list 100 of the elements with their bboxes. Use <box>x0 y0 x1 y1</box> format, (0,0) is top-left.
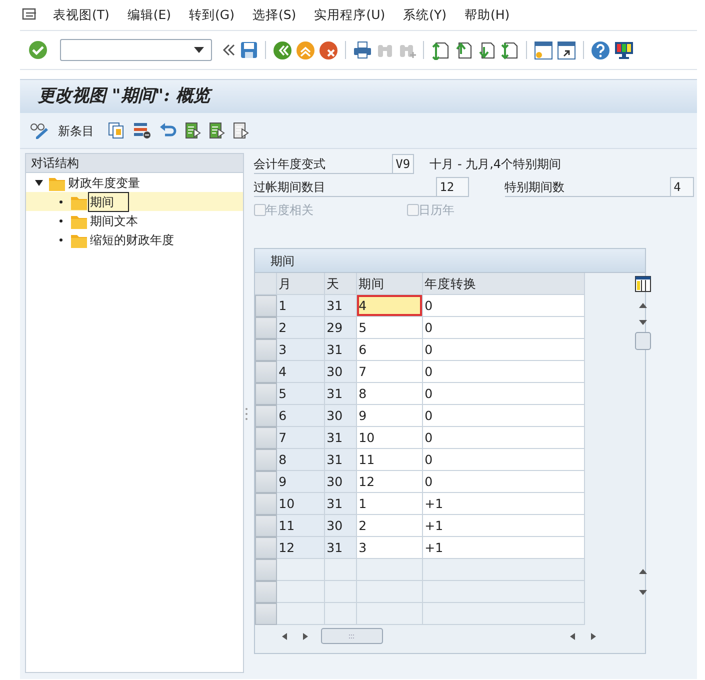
input-field[interactable]: 12 <box>356 471 423 493</box>
table-cell: 31 <box>324 537 357 559</box>
scroll-right-icon[interactable] <box>300 632 309 640</box>
input-field[interactable]: 9 <box>356 405 423 427</box>
input-field[interactable]: 0 <box>422 295 585 317</box>
shortcut-icon[interactable] <box>557 40 576 60</box>
delete-row-icon[interactable] <box>133 122 151 139</box>
scrollbar-thumb-icon[interactable] <box>634 332 651 350</box>
input-field[interactable]: 4 <box>670 176 694 196</box>
new-entries-button[interactable]: 新条目 <box>58 122 94 140</box>
column-header[interactable]: 期间 <box>356 273 423 295</box>
save-icon[interactable] <box>240 41 258 59</box>
checkbox-label: 日历年 <box>418 202 455 218</box>
scroll-right-icon[interactable] <box>588 632 597 640</box>
splitter-grip-icon[interactable] <box>245 407 248 421</box>
input-field[interactable]: 0 <box>422 361 585 383</box>
menu-icon[interactable] <box>22 8 38 22</box>
monitor-icon[interactable] <box>614 40 634 60</box>
input-field[interactable]: +1 <box>422 537 585 559</box>
input-field[interactable]: 12 <box>436 176 469 196</box>
input-field[interactable]: +1 <box>422 515 585 537</box>
table-cell: 7 <box>276 427 325 449</box>
table-cell: 1 <box>276 295 325 317</box>
field-label: 特别期间数 <box>504 176 670 197</box>
table-cell: 3 <box>276 339 325 361</box>
field-label: 会计年度变式 <box>254 153 392 174</box>
scroll-down-icon[interactable] <box>638 319 648 326</box>
input-field[interactable]: 6 <box>356 339 423 361</box>
menu-item[interactable]: 帮助(H) <box>456 6 519 24</box>
table-cell: 12 <box>276 537 325 559</box>
select-block-icon[interactable] <box>209 122 225 139</box>
scroll-up-icon[interactable] <box>638 302 648 309</box>
table-cell: 8 <box>276 449 325 471</box>
check-icon[interactable] <box>28 40 48 60</box>
input-field[interactable]: 4 <box>356 295 423 317</box>
input-field[interactable]: 0 <box>422 427 585 449</box>
last-page-icon[interactable] <box>500 40 519 60</box>
deselect-all-icon[interactable] <box>233 122 249 139</box>
next-page-icon[interactable] <box>477 40 496 60</box>
undo-icon[interactable] <box>159 122 177 138</box>
input-field[interactable]: +1 <box>422 493 585 515</box>
copy-icon[interactable] <box>108 122 125 139</box>
column-header[interactable]: 年度转换 <box>422 273 585 295</box>
menu-item[interactable]: 选择(S) <box>244 6 306 24</box>
help-icon[interactable] <box>591 40 610 60</box>
table-title: 期间 <box>254 249 645 273</box>
input-field[interactable]: 3 <box>356 537 423 559</box>
dropdown-arrow-icon[interactable] <box>192 45 206 55</box>
table-cell: 6 <box>276 405 325 427</box>
table-cell: 30 <box>324 471 357 493</box>
first-page-icon[interactable] <box>431 40 450 60</box>
input-field[interactable]: 0 <box>422 339 585 361</box>
input-field[interactable]: 0 <box>422 317 585 339</box>
table-cell: 31 <box>324 449 357 471</box>
command-field[interactable] <box>60 39 212 61</box>
expanded-arrow-icon[interactable] <box>34 178 44 188</box>
table-cell: 29 <box>324 317 357 339</box>
menu-item[interactable]: 表视图(T) <box>44 6 118 24</box>
tree-item[interactable]: 财政年度变量 <box>67 174 141 192</box>
menu-item[interactable]: 系统(Y) <box>394 6 456 24</box>
select-all-icon[interactable] <box>185 122 201 139</box>
column-header[interactable]: 天 <box>324 273 357 295</box>
input-field[interactable]: 2 <box>356 515 423 537</box>
table-cell: 30 <box>324 361 357 383</box>
new-window-icon[interactable] <box>534 40 553 60</box>
input-field[interactable]: 8 <box>356 383 423 405</box>
collapse-icon[interactable] <box>222 44 236 56</box>
column-header[interactable]: 月 <box>276 273 325 295</box>
tree-item[interactable]: 缩短的财政年度 <box>89 230 175 248</box>
table-cell: 30 <box>324 515 357 537</box>
menu-item[interactable]: 实用程序(U) <box>305 6 394 24</box>
previous-page-icon[interactable] <box>454 40 473 60</box>
tree-item[interactable]: 期间文本 <box>89 212 139 230</box>
input-field[interactable]: 0 <box>422 383 585 405</box>
input-field[interactable]: 10 <box>356 427 423 449</box>
scroll-down-icon[interactable] <box>638 589 648 596</box>
input-field[interactable]: 5 <box>356 317 423 339</box>
input-field[interactable]: 0 <box>422 471 585 493</box>
panel-header: 对话结构 <box>26 154 243 173</box>
scroll-left-icon[interactable] <box>280 632 289 640</box>
menu-item[interactable]: 转到(G) <box>180 6 244 24</box>
input-field[interactable]: 7 <box>356 361 423 383</box>
tree-item[interactable]: 期间 <box>89 192 128 210</box>
input-field[interactable]: 1 <box>356 493 423 515</box>
exit-icon[interactable] <box>296 40 315 60</box>
input-field[interactable]: 0 <box>422 449 585 471</box>
input-field[interactable]: 11 <box>356 449 423 471</box>
back-icon[interactable] <box>273 40 292 60</box>
scroll-up-icon[interactable] <box>638 568 648 575</box>
scroll-left-icon[interactable] <box>568 632 577 640</box>
field-description: 十月 - 九月,4个特别期间 <box>430 156 562 172</box>
print-icon[interactable] <box>353 41 372 59</box>
input-field[interactable]: 0 <box>422 405 585 427</box>
menu-item[interactable]: 编辑(E) <box>118 6 180 24</box>
cancel-icon[interactable] <box>319 40 338 60</box>
column-settings-icon[interactable] <box>634 276 651 292</box>
input-field[interactable]: V9 <box>392 154 414 174</box>
table-cell: 31 <box>324 383 357 405</box>
glasses-pencil-icon[interactable] <box>30 122 50 138</box>
scrollbar-thumb-icon[interactable] <box>320 628 383 644</box>
